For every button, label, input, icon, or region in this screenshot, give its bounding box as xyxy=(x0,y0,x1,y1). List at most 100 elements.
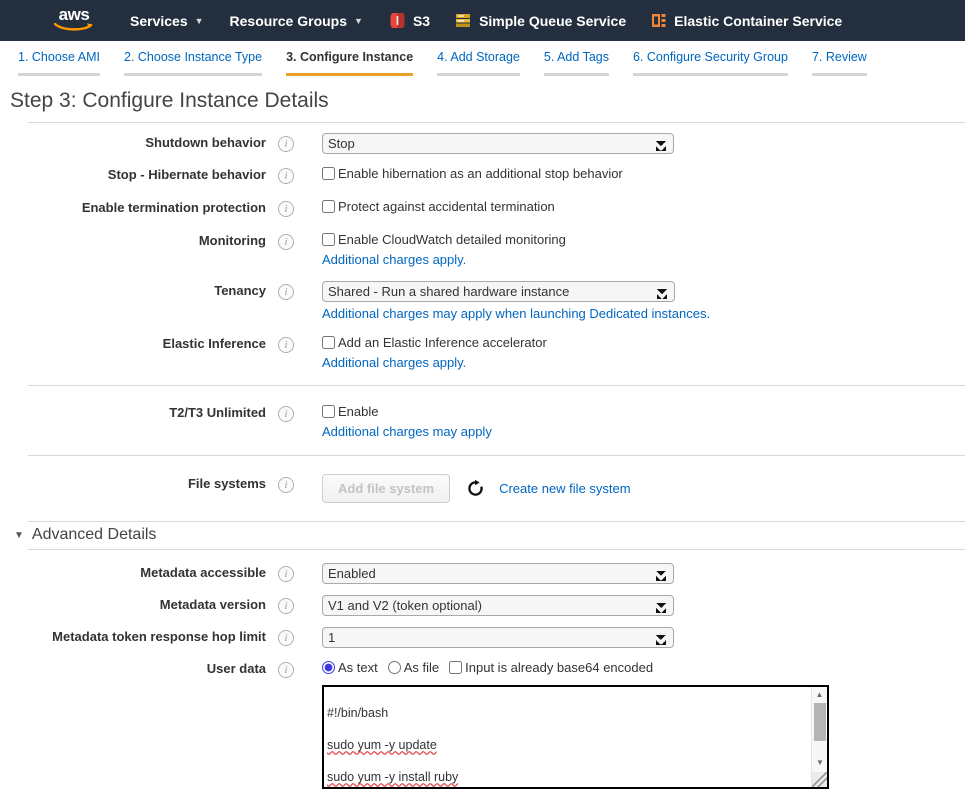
info-icon[interactable]: i xyxy=(278,598,294,614)
aws-logo-text: aws xyxy=(59,7,90,22)
termination-protection-checkbox-label: Protect against accidental termination xyxy=(338,198,555,215)
t2t3-unlimited-checkbox-row[interactable]: Enable xyxy=(322,403,492,420)
row-metadata-accessible: Metadata accessible i Enabled xyxy=(0,562,965,584)
user-data-input-mode-group: As text As file Input is already base64 … xyxy=(322,659,829,676)
info-icon[interactable]: i xyxy=(278,477,294,493)
metadata-hop-limit-select[interactable]: 1 xyxy=(322,627,674,648)
field-hibernate-behavior: Enable hibernation as an additional stop… xyxy=(322,164,623,182)
nav-resource-groups[interactable]: Resource Groups ▼ xyxy=(230,13,363,29)
tab-label: 3. Configure Instance xyxy=(286,49,413,65)
row-hibernate-behavior: Stop - Hibernate behavior i Enable hiber… xyxy=(0,164,965,184)
user-data-as-text-label: As text xyxy=(338,659,378,676)
hibernate-checkbox[interactable] xyxy=(322,167,335,180)
tab-label: 6. Configure Security Group xyxy=(633,49,788,65)
scroll-up-arrow-icon[interactable]: ▲ xyxy=(812,687,827,702)
field-metadata-hop-limit: 1 xyxy=(322,626,674,648)
create-new-file-system-link[interactable]: Create new file system xyxy=(499,481,631,496)
user-data-content: #!/bin/bash sudo yum -y update sudo yum … xyxy=(324,687,810,789)
tab-label: 2. Choose Instance Type xyxy=(124,49,262,65)
nav-shortcut-sqs[interactable]: Simple Queue Service xyxy=(454,11,626,30)
info-icon[interactable]: i xyxy=(278,234,294,250)
user-data-as-file-label: As file xyxy=(404,659,439,676)
nav-shortcut-s3-label: S3 xyxy=(413,13,430,29)
tab-review[interactable]: 7. Review xyxy=(800,49,879,78)
label-t2t3-unlimited: T2/T3 Unlimited xyxy=(0,402,266,421)
monitoring-checkbox[interactable] xyxy=(322,233,335,246)
section-divider-1 xyxy=(28,385,965,386)
info-icon[interactable]: i xyxy=(278,566,294,582)
t2t3-unlimited-charges-link[interactable]: Additional charges may apply xyxy=(322,422,492,441)
scrollbar-thumb[interactable] xyxy=(814,703,826,741)
tab-label: 5. Add Tags xyxy=(544,49,609,65)
label-elastic-inference: Elastic Inference xyxy=(0,333,266,352)
nav-services[interactable]: Services ▼ xyxy=(130,13,204,29)
row-metadata-version: Metadata version i V1 and V2 (token opti… xyxy=(0,594,965,616)
tab-underline xyxy=(812,73,867,76)
info-icon[interactable]: i xyxy=(278,284,294,300)
add-file-system-button[interactable]: Add file system xyxy=(322,474,450,503)
info-icon[interactable]: i xyxy=(278,136,294,152)
hibernate-checkbox-label: Enable hibernation as an additional stop… xyxy=(338,165,623,182)
info-icon[interactable]: i xyxy=(278,168,294,184)
label-hibernate-behavior: Stop - Hibernate behavior xyxy=(0,164,266,183)
chevron-down-icon: ▼ xyxy=(354,16,363,26)
info-icon[interactable]: i xyxy=(278,337,294,353)
row-metadata-hop-limit: Metadata token response hop limit i 1 xyxy=(0,626,965,648)
row-monitoring: Monitoring i Enable CloudWatch detailed … xyxy=(0,230,965,269)
row-termination-protection: Enable termination protection i Protect … xyxy=(0,197,965,217)
info-icon[interactable]: i xyxy=(278,406,294,422)
advanced-details-toggle[interactable]: ▼ Advanced Details xyxy=(0,522,965,549)
info-icon[interactable]: i xyxy=(278,630,294,646)
triangle-down-icon: ▼ xyxy=(14,530,24,541)
row-user-data: User data i As text As file Input is alr… xyxy=(0,658,965,789)
tab-underline xyxy=(124,73,262,76)
info-icon[interactable]: i xyxy=(278,662,294,678)
row-t2t3-unlimited: T2/T3 Unlimited i Enable Additional char… xyxy=(0,402,965,441)
elastic-inference-charges-link[interactable]: Additional charges apply. xyxy=(322,353,547,372)
tenancy-select[interactable]: Shared - Run a shared hardware instance xyxy=(322,281,675,302)
advanced-details-label: Advanced Details xyxy=(32,526,157,544)
aws-logo[interactable]: aws xyxy=(52,7,96,35)
tenancy-charges-link[interactable]: Additional charges may apply when launch… xyxy=(322,304,710,323)
tab-choose-ami[interactable]: 1. Choose AMI xyxy=(6,49,112,78)
tab-add-storage[interactable]: 4. Add Storage xyxy=(425,49,532,78)
shutdown-behavior-select[interactable]: Stop xyxy=(322,133,674,154)
metadata-version-select[interactable]: V1 and V2 (token optional) xyxy=(322,595,674,616)
user-data-base64-checkbox[interactable] xyxy=(449,661,462,674)
top-navigation-bar: aws Services ▼ Resource Groups ▼ S3 xyxy=(0,0,965,41)
metadata-accessible-select[interactable]: Enabled xyxy=(322,563,674,584)
tab-configure-instance[interactable]: 3. Configure Instance xyxy=(274,49,425,78)
termination-protection-checkbox-row[interactable]: Protect against accidental termination xyxy=(322,198,555,215)
label-metadata-version: Metadata version xyxy=(0,594,266,613)
nav-shortcut-s3[interactable]: S3 xyxy=(389,11,430,30)
monitoring-charges-link[interactable]: Additional charges apply. xyxy=(322,250,566,269)
user-data-as-text-radio[interactable] xyxy=(322,661,335,674)
nav-shortcut-ecs[interactable]: Elastic Container Service xyxy=(650,11,842,30)
tab-label: 4. Add Storage xyxy=(437,49,520,65)
row-elastic-inference: Elastic Inference i Add an Elastic Infer… xyxy=(0,333,965,372)
label-metadata-hop-limit: Metadata token response hop limit xyxy=(0,626,266,645)
nav-resource-groups-label: Resource Groups xyxy=(230,13,347,29)
tab-choose-instance-type[interactable]: 2. Choose Instance Type xyxy=(112,49,274,78)
configure-instance-form: Shutdown behavior i Stop Stop - Hibernat… xyxy=(0,123,965,789)
user-data-textarea[interactable]: #!/bin/bash sudo yum -y update sudo yum … xyxy=(322,685,829,789)
monitoring-checkbox-row[interactable]: Enable CloudWatch detailed monitoring xyxy=(322,231,566,248)
label-file-systems: File systems xyxy=(0,473,266,492)
tab-underline xyxy=(18,73,100,76)
nav-shortcut-ecs-label: Elastic Container Service xyxy=(674,13,842,29)
scroll-down-arrow-icon[interactable]: ▼ xyxy=(812,755,828,770)
tab-underline xyxy=(633,73,788,76)
elastic-inference-checkbox-row[interactable]: Add an Elastic Inference accelerator xyxy=(322,334,547,351)
user-data-as-file-radio[interactable] xyxy=(388,661,401,674)
tab-configure-security-group[interactable]: 6. Configure Security Group xyxy=(621,49,800,78)
hibernate-checkbox-row[interactable]: Enable hibernation as an additional stop… xyxy=(322,165,623,182)
refresh-icon[interactable] xyxy=(466,479,485,498)
termination-protection-checkbox[interactable] xyxy=(322,200,335,213)
t2t3-unlimited-checkbox[interactable] xyxy=(322,405,335,418)
info-icon[interactable]: i xyxy=(278,201,294,217)
textarea-resize-grip[interactable] xyxy=(812,772,827,787)
elastic-inference-checkbox[interactable] xyxy=(322,336,335,349)
nav-services-label: Services xyxy=(130,13,188,29)
tab-add-tags[interactable]: 5. Add Tags xyxy=(532,49,621,78)
row-shutdown-behavior: Shutdown behavior i Stop xyxy=(0,132,965,154)
